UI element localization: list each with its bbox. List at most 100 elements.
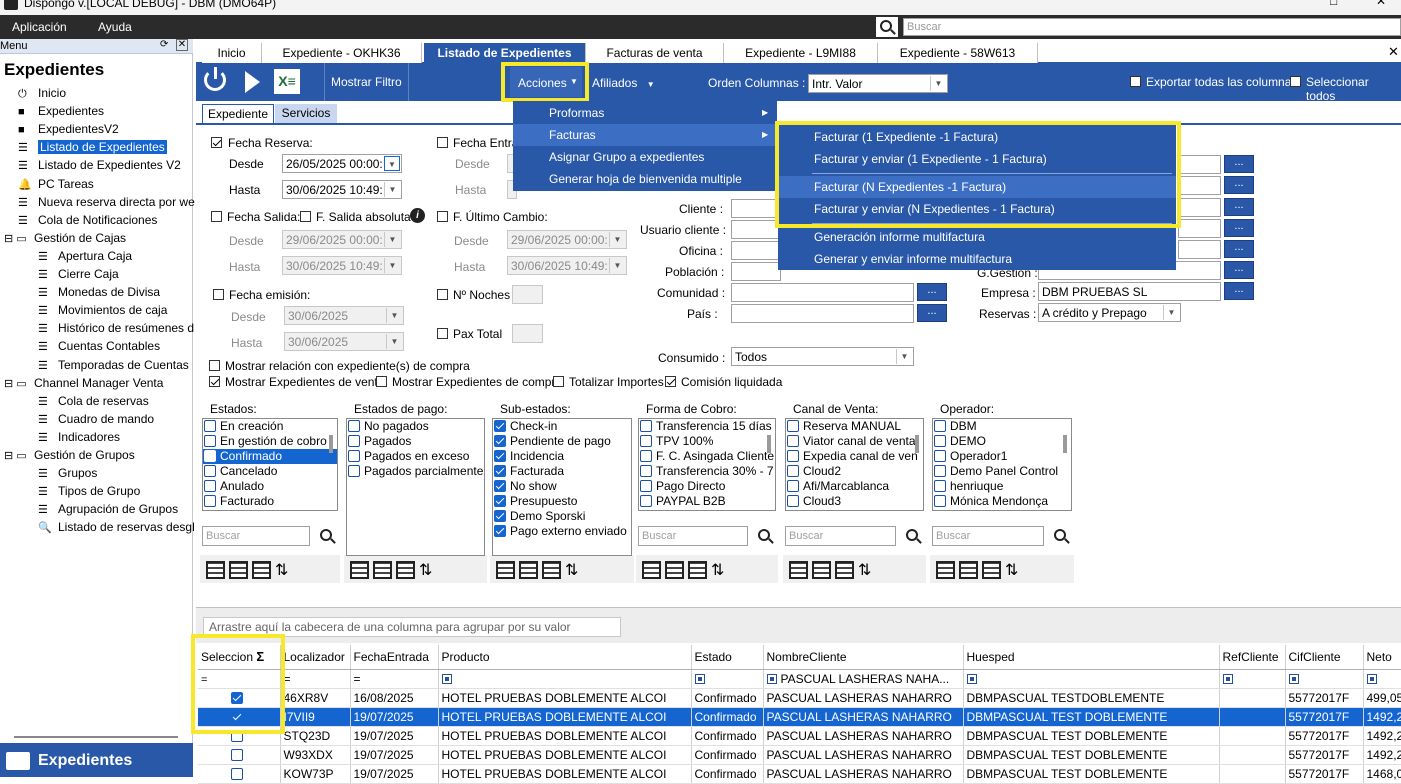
list-item[interactable]: Pago externo enviado	[493, 524, 631, 539]
filter-cell[interactable]	[1363, 669, 1401, 689]
close-tab-icon[interactable]: ✕	[1388, 44, 1399, 60]
fecha-reserva-hasta-input[interactable]: 30/06/2025 10:49: ▼	[282, 180, 402, 199]
table-row[interactable]: 46XR8V 16/08/2025 HOTEL PRUEBAS DOBLEMENTE…	[198, 688, 1401, 708]
cell-localizador[interactable]: W93XDX	[280, 745, 351, 765]
cell-producto[interactable]: HOTEL PRUEBAS DOBLEMENTE ALCOI	[438, 764, 692, 784]
menu-ayuda[interactable]: Ayuda	[98, 20, 132, 34]
list-item[interactable]: Incidencia	[493, 449, 631, 464]
menu-item-asignar-grupo[interactable]: Asignar Grupo a expedientes	[549, 150, 704, 164]
fecha-emision-desde-input[interactable]: 30/06/2025 ▼	[284, 306, 404, 325]
mostrar-compra-checkbox[interactable]	[376, 376, 387, 387]
filter-list-3[interactable]: Transferencia 15 días TPV 100% F. C. Asing…	[638, 418, 776, 511]
search-icon[interactable]	[906, 529, 918, 541]
sidebar-item-movimientos-de-caja[interactable]: ☰ Movimientos de caja	[38, 303, 167, 317]
sidebar-item-apertura-caja[interactable]: ☰ Apertura Caja	[38, 249, 132, 263]
oficina-input[interactable]	[731, 241, 781, 260]
sidebar-item-expedientes[interactable]: ■ Expedientes	[18, 104, 104, 118]
list-scrollbar[interactable]	[915, 435, 919, 453]
reservas-select[interactable]: A crédito y Prepago ▼	[1038, 303, 1181, 322]
cell-fechaentrada[interactable]: 19/07/2025	[350, 707, 439, 727]
sidebar-item-indicadores[interactable]: ☰ Indicadores	[38, 430, 120, 444]
cell-fechaentrada[interactable]: 19/07/2025	[350, 764, 439, 784]
cell-nombrecliente[interactable]: PASCUAL LASHERAS NAHARRO	[763, 707, 964, 727]
fecha-reserva-desde-input[interactable]: 26/05/2025 00:00: ▼	[282, 154, 402, 173]
cell-localizador[interactable]: 46XR8V	[280, 688, 351, 708]
list-item-checkbox[interactable]	[934, 450, 946, 462]
list-scrollbar[interactable]	[767, 435, 771, 453]
list-item[interactable]: henriuque	[933, 479, 1071, 494]
play-icon[interactable]	[245, 71, 260, 93]
right-browse-3[interactable]: ...	[1224, 198, 1254, 216]
select-none-icon[interactable]	[665, 561, 684, 579]
cell-neto[interactable]: 1492,2	[1363, 726, 1401, 746]
sidebar-item-agrupaci-n-de-grupos[interactable]: ☰ Agrupación de Grupos	[38, 502, 178, 516]
list-item[interactable]: Pagados	[347, 434, 484, 449]
list-item-checkbox[interactable]	[934, 465, 946, 477]
list-item-checkbox[interactable]	[787, 465, 799, 477]
sort-icon[interactable]: ⇅	[419, 560, 433, 580]
col-localizador[interactable]: Localizador	[280, 645, 351, 670]
cell-producto[interactable]: HOTEL PRUEBAS DOBLEMENTE ALCOI	[438, 745, 692, 765]
empresa-browse-button[interactable]: ...	[1224, 282, 1254, 300]
list-item[interactable]: Pagados en exceso	[347, 449, 484, 464]
global-search-input[interactable]: Buscar	[903, 18, 1401, 36]
sort-icon[interactable]: ⇅	[1005, 560, 1019, 580]
col-fechaentrada[interactable]: FechaEntrada	[350, 645, 439, 670]
list-item[interactable]: No pagados	[347, 419, 484, 434]
list-item[interactable]: Cloud2	[786, 464, 923, 479]
list-item[interactable]: Facturada	[493, 464, 631, 479]
list-item-checkbox[interactable]	[640, 480, 652, 492]
menu-item-hoja-bienvenida[interactable]: Generar hoja de bienvenida multiple	[549, 172, 742, 186]
sidebar-item-cola-de-reservas[interactable]: ☰ Cola de reservas	[38, 394, 149, 408]
right-input-5[interactable]	[1178, 240, 1221, 259]
close-window-button[interactable]: ✕	[1376, 0, 1386, 8]
invert-icon[interactable]	[982, 561, 1001, 579]
cell-localizador[interactable]: I7VII9	[280, 707, 351, 727]
search-icon[interactable]	[320, 529, 332, 541]
cell-localizador[interactable]: KOW73P	[280, 764, 351, 784]
col-nombrecliente[interactable]: NombreCliente	[763, 645, 964, 670]
list-item-checkbox[interactable]	[934, 495, 946, 507]
list-item[interactable]: DBM	[933, 419, 1071, 434]
tab-listado-expedientes[interactable]: Listado de Expedientes	[424, 43, 586, 63]
fecha-salida-checkbox[interactable]	[211, 211, 222, 222]
poblacion-input[interactable]	[731, 262, 781, 281]
sidebar-item-cuentas-contables[interactable]: ☰ Cuentas Contables	[38, 339, 160, 353]
col-huesped[interactable]: Huesped	[963, 645, 1220, 670]
list-item-checkbox[interactable]	[934, 480, 946, 492]
list-item-checkbox[interactable]	[787, 420, 799, 432]
right-browse-4[interactable]: ...	[1224, 219, 1254, 237]
sidebar-footer-button[interactable]: Expedientes	[0, 743, 193, 777]
totalizar-checkbox[interactable]	[553, 376, 564, 387]
list-item[interactable]: Pendiente de pago	[493, 434, 631, 449]
filter-cell[interactable]	[1219, 669, 1286, 689]
cell-refcliente[interactable]	[1219, 764, 1286, 784]
tab-facturas-venta[interactable]: Facturas de venta	[586, 43, 724, 63]
list-item[interactable]: Demo Sporski	[493, 509, 631, 524]
cell-nombrecliente[interactable]: PASCUAL LASHERAS NAHARRO	[763, 745, 964, 765]
right-input-4[interactable]	[1178, 219, 1221, 238]
sort-icon[interactable]: ⇅	[275, 560, 289, 580]
f-salida-abs-checkbox[interactable]	[300, 211, 311, 222]
consumido-select[interactable]: Todos ▼	[731, 347, 914, 366]
cell-neto[interactable]: 1492,2	[1363, 707, 1401, 727]
cell-refcliente[interactable]	[1219, 745, 1286, 765]
list-item[interactable]: Confirmado	[203, 449, 337, 464]
table-row[interactable]: STQ23D 19/07/2025 HOTEL PRUEBAS DOBLEMENTE…	[198, 726, 1401, 746]
cell-localizador[interactable]: STQ23D	[280, 726, 351, 746]
list-item[interactable]: DEMO	[933, 434, 1071, 449]
list-item[interactable]: Mónica Mendonça	[933, 494, 1071, 509]
sidebar-item-expedientesv2[interactable]: ■ ExpedientesV2	[18, 122, 119, 136]
list-item[interactable]: En gestión de cobro	[203, 434, 337, 449]
invert-icon[interactable]	[688, 561, 707, 579]
list-item-checkbox[interactable]	[348, 465, 360, 477]
filter-cell[interactable]: =	[350, 669, 439, 689]
cell-seleccion[interactable]	[198, 764, 281, 784]
cell-cifcliente[interactable]: 55772017F	[1285, 745, 1364, 765]
seleccionar-todos-checkbox[interactable]	[1290, 76, 1301, 87]
cell-fechaentrada[interactable]: 19/07/2025	[350, 726, 439, 746]
list-item-checkbox[interactable]	[204, 480, 216, 492]
list-item[interactable]: Anulado	[203, 479, 337, 494]
list-item-checkbox[interactable]	[348, 420, 360, 432]
list-item[interactable]: Pago Directo	[639, 479, 775, 494]
